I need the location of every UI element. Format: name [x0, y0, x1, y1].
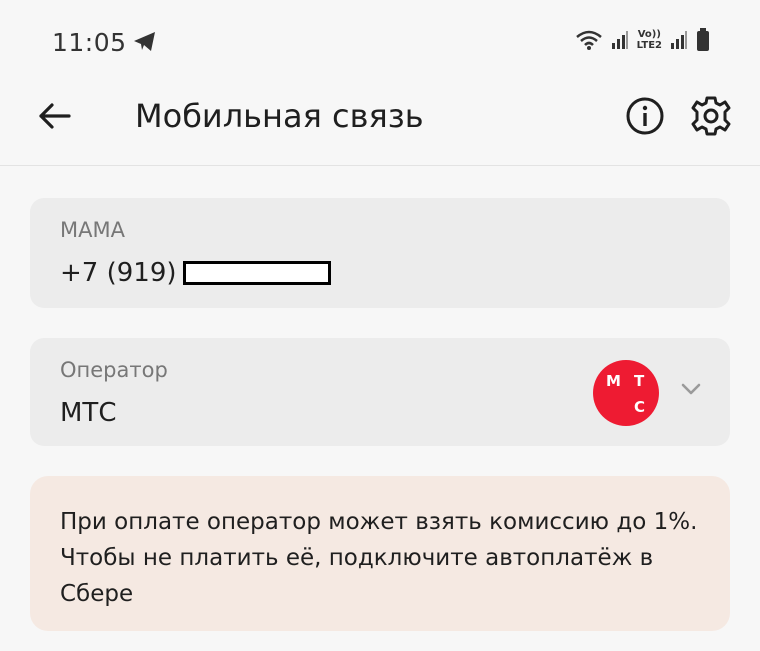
status-time: 11:05 [52, 28, 127, 57]
signal-icon-2 [671, 31, 687, 49]
page-title: Мобильная связь [135, 97, 424, 135]
operator-label: Оператор [60, 358, 168, 382]
mts-logo-letter-s: С [634, 398, 646, 416]
phone-prefix: +7 (919) [60, 258, 177, 288]
info-icon [626, 97, 664, 135]
battery-icon [697, 28, 709, 51]
mts-logo: М Т С [593, 360, 659, 426]
contact-name: МАМА [60, 218, 125, 242]
gear-icon [691, 96, 731, 136]
operator-value: МТС [60, 398, 117, 428]
phone-number: +7 (919) [60, 258, 331, 288]
chevron-down-icon [681, 383, 701, 395]
back-button[interactable] [34, 96, 74, 136]
redacted-phone-digits [182, 261, 331, 285]
arrow-left-icon [39, 103, 71, 129]
lte-label: LTE2 [636, 40, 662, 51]
app-bar: Мобильная связь [0, 80, 760, 166]
notice-text: При оплате оператор может взять комиссию… [60, 509, 698, 607]
contact-card[interactable]: МАМА +7 (919) [30, 198, 730, 308]
mts-logo-letter-m: М [606, 372, 621, 390]
wifi-icon [575, 30, 602, 50]
volte-icon: Vo)) LTE2 [637, 29, 662, 51]
volte-label: Vo)) [637, 29, 661, 40]
mts-logo-letter-t: Т [634, 372, 645, 390]
settings-button[interactable] [689, 94, 733, 138]
signal-icon [611, 31, 628, 49]
status-bar: 11:05 Vo)) LTE2 [0, 0, 760, 80]
status-icons: Vo)) LTE2 [575, 28, 710, 52]
operator-select[interactable]: Оператор МТС М Т С [30, 338, 730, 446]
telegram-icon [134, 32, 155, 51]
info-button[interactable] [624, 95, 666, 137]
commission-notice: При оплате оператор может взять комиссию… [30, 476, 730, 631]
